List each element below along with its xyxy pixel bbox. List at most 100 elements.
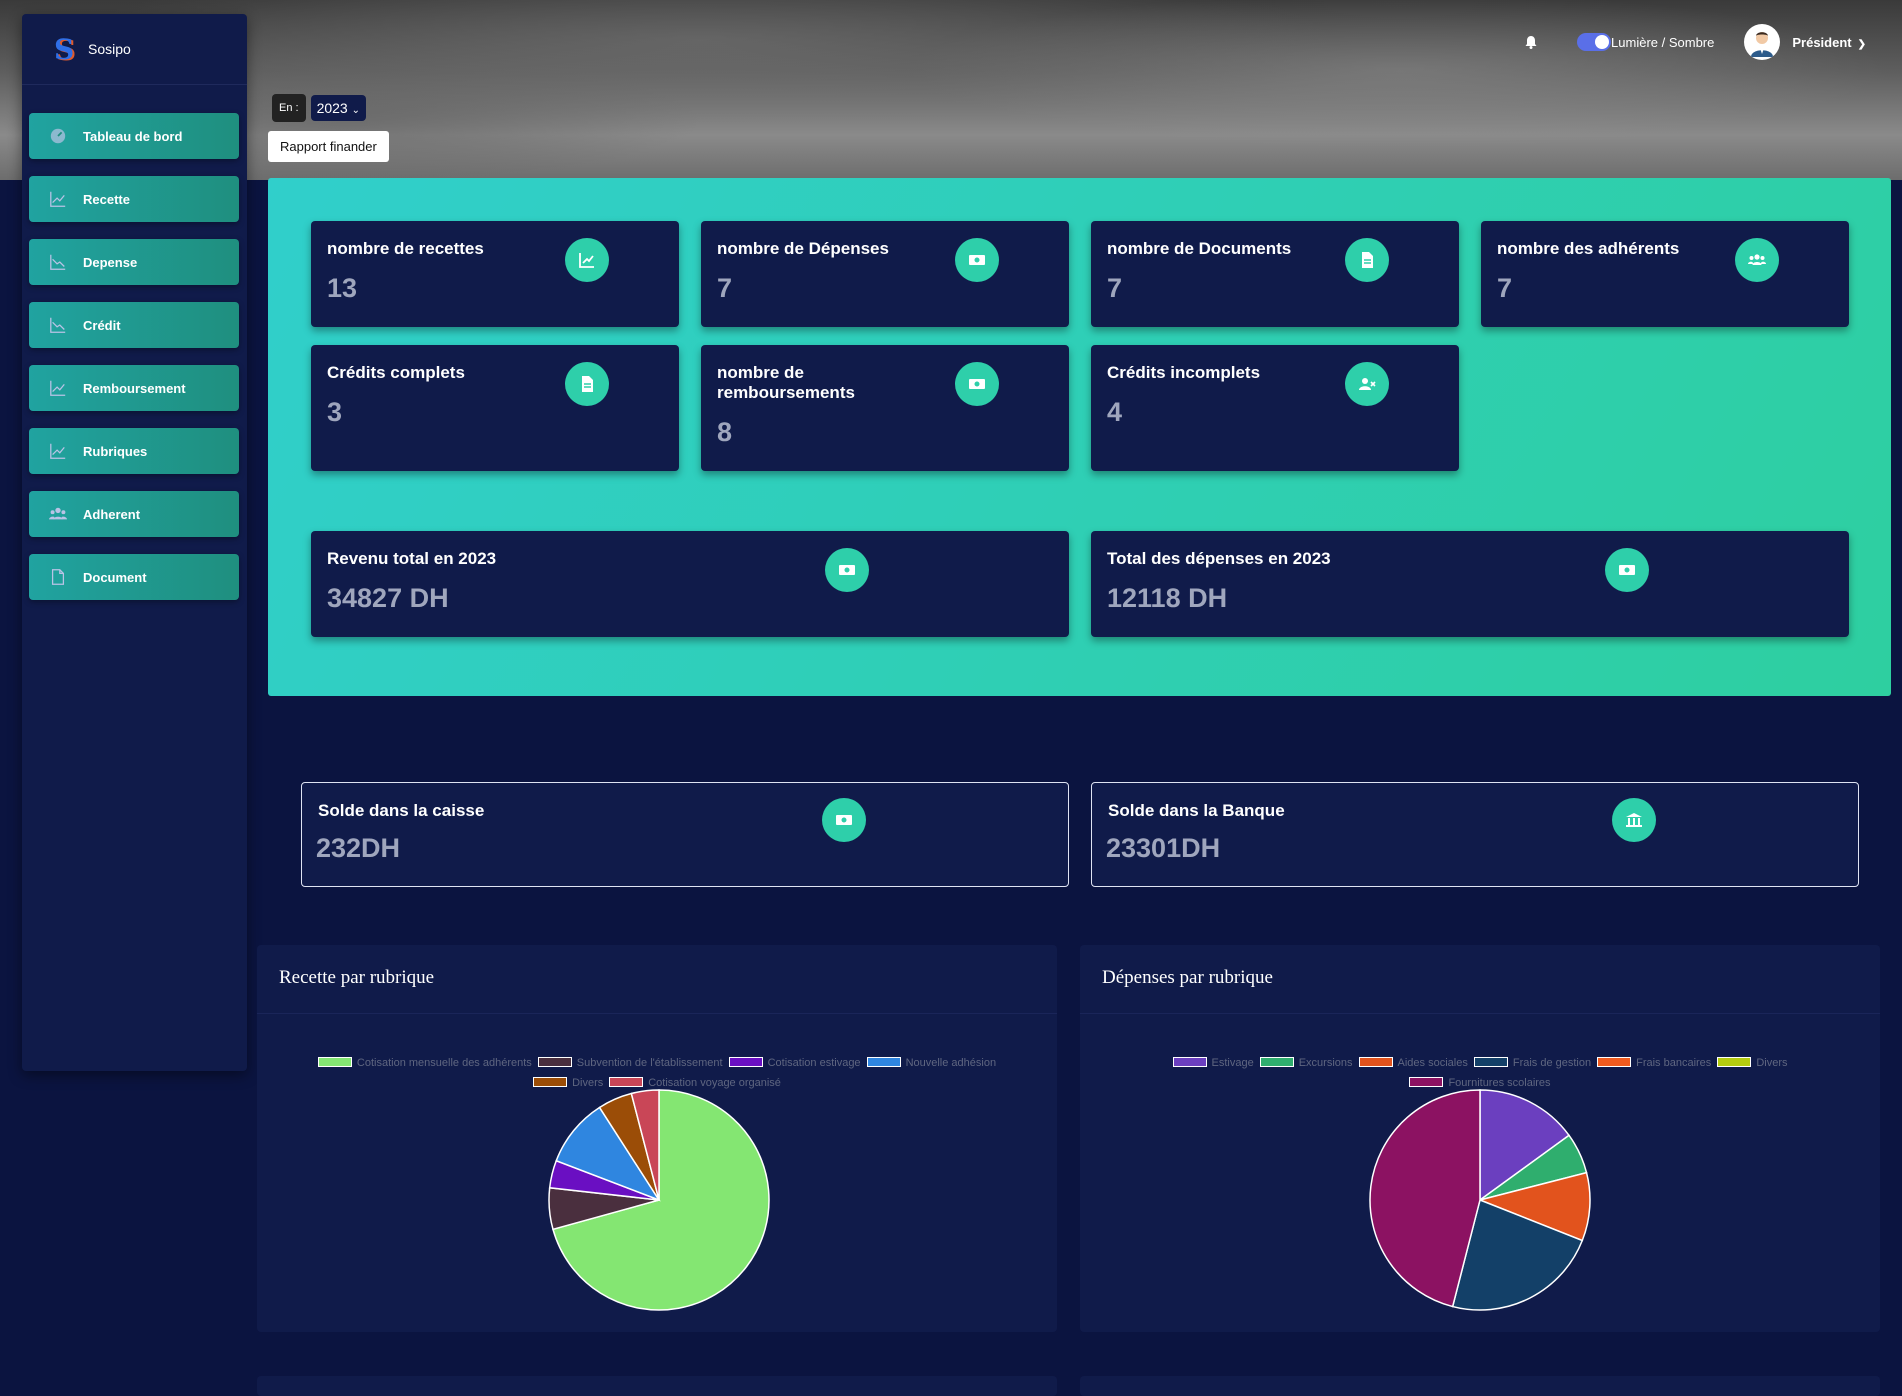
stat-value: 34827 DH xyxy=(327,583,449,613)
chart-card-depenses: Dépenses par rubrique Estivage Excursions… xyxy=(1080,945,1880,1332)
sidebar-item-rubriques[interactable]: Rubriques xyxy=(29,428,239,474)
chart-title: Dépenses par rubrique xyxy=(1102,967,1273,988)
stats-panel: nombre de recettes 13 nombre de Dépenses… xyxy=(268,178,1891,696)
stat-title: Revenu total en 2023 xyxy=(327,549,497,568)
divider xyxy=(257,1013,1057,1014)
legend-item[interactable]: Subvention de l'établissement xyxy=(537,1053,723,1073)
sidebar: S Sosipo Tableau de bord Recette Depense… xyxy=(22,14,247,1071)
legend-item[interactable]: Frais de gestion xyxy=(1473,1053,1592,1073)
chart-line-icon xyxy=(565,238,609,282)
user-avatar-icon xyxy=(1751,32,1774,57)
stat-card-remboursements: nombre de remboursements 8 xyxy=(701,345,1069,471)
sidebar-item-credit[interactable]: Crédit xyxy=(29,302,239,348)
stat-title: nombre de recettes xyxy=(327,239,484,258)
stat-title: nombre de remboursements xyxy=(717,363,855,402)
sidebar-item-remboursement[interactable]: Remboursement xyxy=(29,365,239,411)
report-button[interactable]: Rapport finander xyxy=(268,131,389,162)
legend-item[interactable]: Cotisation estivage xyxy=(728,1053,861,1073)
chart-card-recettes: Recette par rubrique Cotisation mensuell… xyxy=(257,945,1057,1332)
legend-item[interactable]: Divers xyxy=(1717,1053,1787,1073)
sidebar-item-document[interactable]: Document xyxy=(29,554,239,600)
stat-value: 7 xyxy=(717,273,733,303)
legend-item[interactable]: Frais bancaires xyxy=(1597,1053,1711,1073)
sidebar-item-label: Remboursement xyxy=(83,380,186,396)
chart-line-down-icon xyxy=(50,254,66,270)
legend-label: Nouvelle adhésion xyxy=(905,1057,997,1069)
stat-card-recettes: nombre de recettes 13 xyxy=(311,221,679,327)
pie-chart xyxy=(1369,1089,1591,1311)
money-bill-icon xyxy=(955,238,999,282)
stat-value: 7 xyxy=(1497,273,1513,303)
stat-title: Crédits complets xyxy=(327,363,465,382)
sidebar-item-label: Recette xyxy=(83,191,130,207)
sidebar-item-tableau-de-bord[interactable]: Tableau de bord xyxy=(29,113,239,159)
chevron-down-icon: ❯ xyxy=(1857,38,1866,50)
legend-swatch xyxy=(1717,1057,1752,1067)
legend-label: Frais bancaires xyxy=(1636,1057,1712,1069)
solde-title: Solde dans la caisse xyxy=(318,801,485,820)
year-filter: En : 2023 ⌄ xyxy=(272,94,367,122)
chart-card-partial xyxy=(1080,1376,1880,1396)
chart-card-partial xyxy=(257,1376,1057,1396)
legend-swatch xyxy=(533,1077,568,1087)
stat-card-documents: nombre de Documents 7 xyxy=(1091,221,1459,327)
legend-swatch xyxy=(1409,1077,1444,1087)
solde-card-banque: Solde dans la Banque 23301DH xyxy=(1091,782,1859,887)
bell-icon[interactable] xyxy=(1523,34,1539,50)
chart-legend: Cotisation mensuelle des adhérents Subven… xyxy=(257,1053,1057,1093)
year-select[interactable]: 2023 ⌄ xyxy=(310,95,367,121)
money-bill-icon xyxy=(1605,548,1649,592)
chart-line-up-icon xyxy=(50,191,66,207)
user-menu[interactable]: Président ❯ xyxy=(1792,35,1866,50)
legend-swatch xyxy=(1473,1057,1508,1067)
legend-item[interactable]: Cotisation mensuelle des adhérents xyxy=(317,1053,532,1073)
brand[interactable]: S Sosipo xyxy=(22,14,247,85)
stat-card-total-depenses: Total des dépenses en 2023 12118 DH xyxy=(1091,531,1849,637)
file-text-icon xyxy=(565,362,609,406)
chart-line-down-icon xyxy=(50,317,66,333)
solde-value: 23301DH xyxy=(1106,833,1221,863)
legend-swatch xyxy=(537,1057,572,1067)
legend-swatch xyxy=(866,1057,901,1067)
legend-item[interactable]: Aides sociales xyxy=(1358,1053,1468,1073)
legend-label: Aides sociales xyxy=(1397,1057,1468,1069)
users-icon xyxy=(49,507,67,520)
sidebar-item-adherent[interactable]: Adherent xyxy=(29,491,239,537)
stat-card-revenu-total: Revenu total en 2023 34827 DH xyxy=(311,531,1069,637)
legend-swatch xyxy=(728,1057,763,1067)
file-icon xyxy=(51,569,65,585)
stat-value: 3 xyxy=(327,397,343,427)
stat-value: 13 xyxy=(327,273,358,303)
legend-swatch xyxy=(1172,1057,1207,1067)
dashboard-icon xyxy=(50,128,66,144)
legend-swatch xyxy=(1597,1057,1632,1067)
legend-item[interactable]: Estivage xyxy=(1172,1053,1254,1073)
sidebar-item-label: Rubriques xyxy=(83,443,148,459)
legend-label: Cotisation estivage xyxy=(767,1057,861,1069)
legend-swatch xyxy=(317,1057,352,1067)
money-bill-icon xyxy=(825,548,869,592)
legend-label: Subvention de l'établissement xyxy=(576,1057,723,1069)
user-name: Président xyxy=(1792,34,1852,50)
stat-title: Total des dépenses en 2023 xyxy=(1107,549,1331,568)
chart-title: Recette par rubrique xyxy=(279,967,435,988)
theme-toggle[interactable] xyxy=(1577,33,1612,51)
chart-line-up-icon xyxy=(50,380,66,396)
sidebar-item-depense[interactable]: Depense xyxy=(29,239,239,285)
bank-icon xyxy=(1612,798,1656,842)
sidebar-item-recette[interactable]: Recette xyxy=(29,176,239,222)
users-icon xyxy=(1735,238,1779,282)
legend-label: Frais de gestion xyxy=(1512,1057,1592,1069)
legend-item[interactable]: Nouvelle adhésion xyxy=(866,1053,997,1073)
stat-value: 4 xyxy=(1107,397,1123,427)
divider xyxy=(1080,1013,1880,1014)
chart-legend: Estivage Excursions Aides sociales Frais de… xyxy=(1080,1053,1880,1093)
user-times-icon xyxy=(1345,362,1389,406)
legend-label: Cotisation mensuelle des adhérents xyxy=(356,1057,532,1069)
avatar[interactable] xyxy=(1744,24,1781,60)
legend-label: Excursions xyxy=(1298,1057,1353,1069)
legend-item[interactable]: Excursions xyxy=(1259,1053,1353,1073)
solde-title: Solde dans la Banque xyxy=(1108,801,1285,820)
stat-value: 12118 DH xyxy=(1107,583,1228,613)
chevron-down-icon: ⌄ xyxy=(351,105,361,116)
